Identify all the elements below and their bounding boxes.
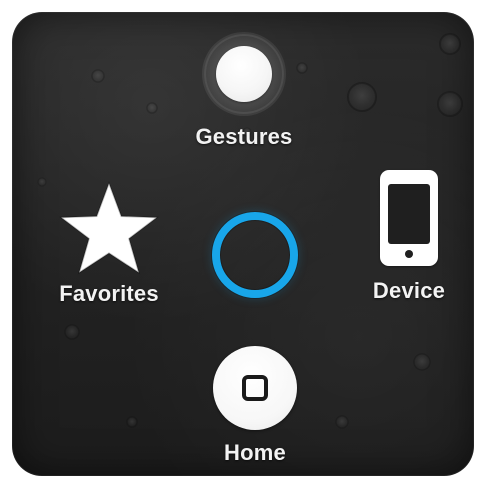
gestures-icon	[204, 34, 284, 114]
device-icon-home-dot	[405, 250, 413, 258]
gestures-button[interactable]: Gestures	[174, 34, 314, 150]
home-icon	[213, 346, 297, 430]
star-icon	[58, 181, 160, 275]
favorites-button[interactable]: Favorites	[34, 177, 184, 307]
gestures-label: Gestures	[195, 124, 293, 149]
device-icon	[380, 170, 438, 266]
home-button[interactable]: Home	[190, 346, 320, 466]
device-label: Device	[372, 278, 446, 303]
assistive-touch-ring-icon[interactable]	[212, 212, 298, 298]
device-icon-screen	[388, 184, 430, 244]
favorites-label: Favorites	[59, 281, 159, 306]
gestures-icon-core	[216, 46, 272, 102]
home-label: Home	[224, 440, 286, 465]
device-button[interactable]: Device	[344, 170, 474, 304]
assistive-touch-menu-panel: Gestures Favorites Device Home	[12, 12, 474, 476]
home-icon-square	[242, 375, 268, 401]
